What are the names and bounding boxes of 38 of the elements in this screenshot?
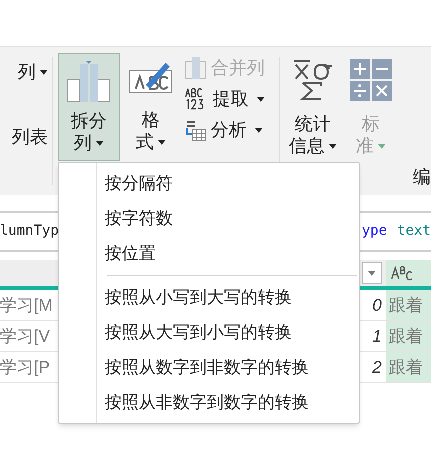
table-cell-text: 学习[P — [0, 357, 50, 379]
menu-item[interactable]: 按照从大写到小写的转换 — [59, 315, 359, 350]
ribbon-button-label: 分析 — [211, 118, 247, 142]
menu-item[interactable]: 按照从小写到大写的转换 — [59, 280, 359, 315]
statistics-button[interactable]: 统计 信息 — [284, 53, 342, 161]
table-cell: 跟着 — [386, 352, 431, 382]
split-column-button[interactable]: 拆分 列 — [58, 53, 120, 161]
formula-text: lumnTyp — [0, 222, 60, 241]
table-cell-text: 学习[M — [0, 295, 53, 317]
standard-label: 准 — [356, 135, 374, 157]
format-label: 式 — [136, 131, 154, 153]
formula-text: ype — [362, 222, 388, 241]
ribbon-label[interactable]: 列表 — [12, 124, 48, 151]
format-label: 格 — [142, 109, 160, 131]
split-label: 拆分 — [71, 110, 107, 132]
menu-item[interactable]: 按分隔符 — [59, 166, 359, 201]
table-cell: 跟着 — [386, 290, 431, 320]
row-index: 1 — [372, 326, 382, 348]
menu-item[interactable]: 按字符数 — [59, 201, 359, 236]
ribbon-button-label: 合并列 — [211, 56, 265, 80]
split-label: 列 — [74, 132, 92, 154]
standard-label: 标 — [362, 113, 380, 135]
table-cell-text: 学习[V — [0, 326, 50, 348]
menu-item[interactable]: 按照从非数字到数字的转换 — [59, 385, 359, 420]
ribbon-button[interactable]: 提取 — [185, 86, 273, 112]
formula-text: text — [397, 222, 431, 241]
menu-item[interactable]: 按照从数字到非数字的转换 — [59, 350, 359, 385]
ribbon-label[interactable]: 列 — [18, 59, 36, 86]
menu-item[interactable]: 按位置 — [59, 236, 359, 271]
ribbon-button-label: 提取 — [213, 88, 249, 110]
row-index: 2 — [372, 357, 382, 379]
table-cell: 跟着 — [386, 321, 431, 351]
ribbon-button[interactable]: 分析 — [185, 117, 273, 143]
statistics-label: 信息 — [289, 135, 325, 157]
statistics-label: 统计 — [295, 113, 331, 135]
row-index: 0 — [372, 295, 382, 317]
format-button[interactable]: 格 式 — [123, 53, 179, 161]
group-label: 编 — [413, 166, 431, 189]
